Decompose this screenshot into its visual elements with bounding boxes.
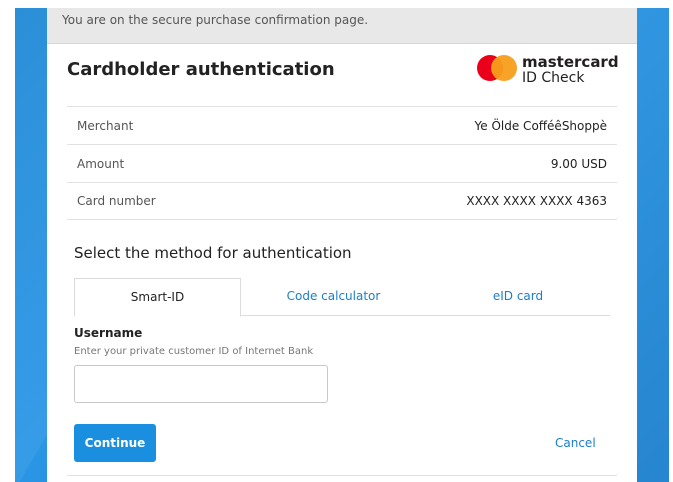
merchant-row: Merchant Ye Ölde CofféêShoppè [67, 106, 617, 144]
amount-label: Amount [77, 156, 125, 171]
tab-code-calculator[interactable]: Code calculator [241, 278, 426, 316]
amount-value: 9.00 USD [550, 156, 607, 171]
mastercard-id-check-logo: mastercard ID Check [477, 53, 619, 93]
merchant-label: Merchant [77, 118, 134, 133]
merchant-value: Ye Ölde CofféêShoppè [474, 118, 607, 133]
card-number-label: Card number [77, 194, 156, 208]
mastercard-circles-icon [477, 55, 517, 81]
amount-row: Amount 9.00 USD [67, 144, 617, 182]
username-input[interactable] [74, 365, 328, 403]
username-label: Username [74, 326, 143, 340]
transaction-details: Merchant Ye Ölde CofféêShoppè Amount 9.0… [67, 106, 617, 220]
auth-method-tabs: Smart-ID Code calculator eID card [74, 278, 610, 317]
tab-eid-card[interactable]: eID card [426, 278, 610, 316]
card-number-value: XXXX XXXX XXXX 4363 [466, 194, 607, 208]
tab-smart-id[interactable]: Smart-ID [74, 278, 241, 317]
secure-page-notice: You are on the secure purchase confirmat… [47, 8, 637, 44]
mastercard-brand-text: mastercard [522, 53, 619, 71]
card-number-row: Card number XXXX XXXX XXXX 4363 [67, 182, 617, 220]
method-title: Select the method for authentication [74, 244, 352, 262]
continue-button[interactable]: Continue [74, 424, 156, 462]
bottom-divider [67, 475, 617, 476]
cancel-link[interactable]: Cancel [555, 436, 596, 450]
username-hint: Enter your private customer ID of Intern… [74, 346, 314, 357]
authentication-panel: You are on the secure purchase confirmat… [47, 8, 637, 482]
page-title: Cardholder authentication [67, 59, 335, 80]
mastercard-orange-circle [491, 55, 517, 81]
id-check-text: ID Check [522, 70, 585, 86]
